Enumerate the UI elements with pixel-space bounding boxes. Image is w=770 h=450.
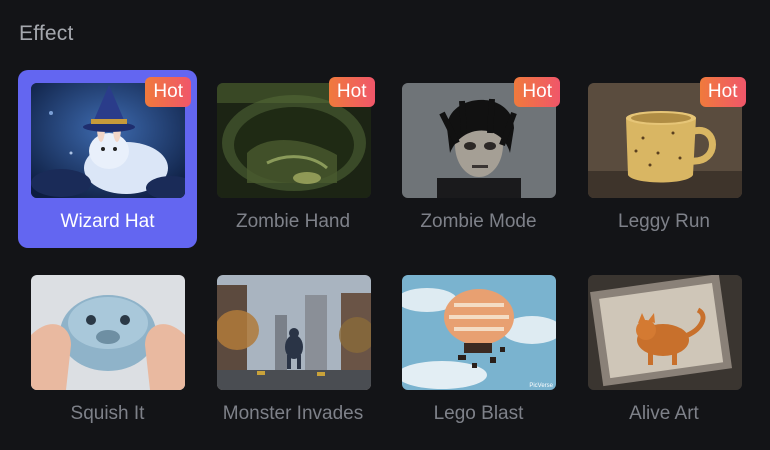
effect-label: Lego Blast [433, 403, 524, 424]
effect-card-monster-invades[interactable]: Monster Invades [204, 262, 383, 440]
effect-label: Alive Art [629, 403, 699, 424]
effect-thumbnail: PicVerse [402, 275, 556, 390]
effect-card-zombie-mode[interactable]: Hot Zombie Mode [389, 70, 568, 248]
hot-badge: Hot [145, 77, 191, 107]
effect-card-zombie-hand[interactable]: Hot Zombie Hand [204, 70, 383, 248]
cat-painting-image [587, 275, 742, 390]
hot-badge: Hot [514, 77, 560, 107]
effect-label: Monster Invades [222, 403, 364, 424]
balloon-image [402, 275, 556, 390]
effect-label: Zombie Mode [420, 211, 537, 232]
effect-grid: Hot Wizard Hat Hot Zombie Hand Hot Zombi… [18, 70, 754, 440]
city-monster-image [216, 275, 371, 390]
section-title: Effect [19, 22, 74, 45]
effect-label: Wizard Hat [60, 211, 155, 232]
hot-badge: Hot [328, 77, 375, 107]
effect-card-alive-art[interactable]: Alive Art [575, 262, 754, 440]
effect-thumbnail [31, 275, 185, 390]
hot-badge: Hot [699, 77, 746, 107]
effect-thumbnail [587, 275, 742, 390]
effect-label: Leggy Run [618, 211, 710, 232]
effect-card-squish-it[interactable]: Squish It [18, 262, 197, 440]
effect-card-lego-blast[interactable]: PicVerse Lego Blast [389, 262, 568, 440]
effect-thumbnail [216, 275, 371, 390]
watermark: PicVerse [529, 383, 553, 389]
effect-card-leggy-run[interactable]: Hot Leggy Run [575, 70, 754, 248]
effect-card-wizard-hat[interactable]: Hot Wizard Hat [18, 70, 197, 248]
effect-label: Squish It [70, 403, 145, 424]
squish-toy-image [31, 275, 185, 390]
effect-label: Zombie Hand [235, 211, 351, 232]
